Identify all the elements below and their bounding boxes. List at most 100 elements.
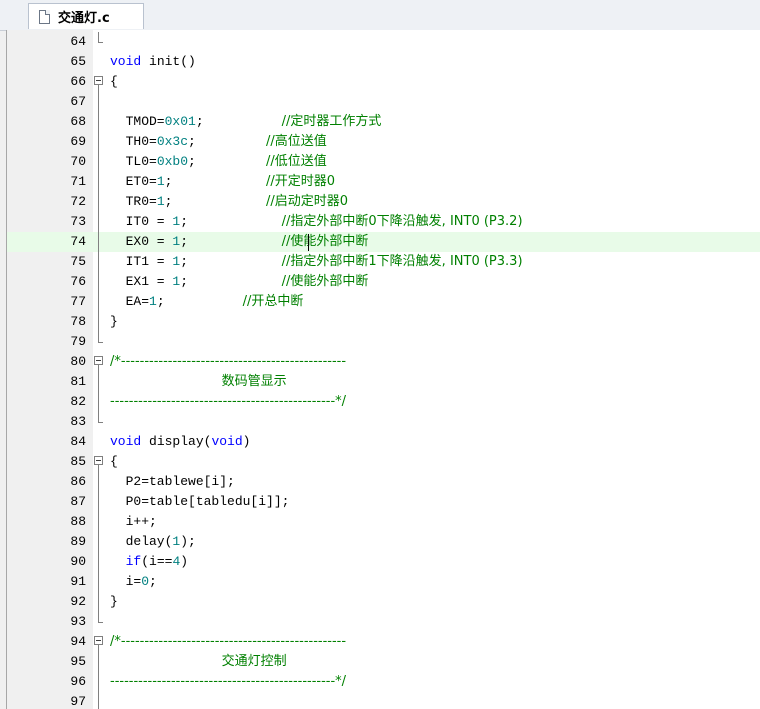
fold-guide bbox=[93, 252, 109, 272]
comment-token: //使能外部中断 bbox=[281, 274, 369, 289]
code-line[interactable]: 89 delay(1); bbox=[7, 532, 760, 552]
code-text: EX1 = 1; //使能外部中断 bbox=[110, 272, 369, 292]
comment-token: ----------------------------------------… bbox=[110, 674, 347, 689]
comment-token: 数码管显示 bbox=[110, 374, 287, 389]
code-token: ; bbox=[164, 174, 267, 189]
code-text: i=0; bbox=[110, 572, 157, 592]
fold-toggle-icon[interactable] bbox=[93, 352, 109, 372]
code-token: TH0= bbox=[110, 134, 157, 149]
code-line[interactable]: 92} bbox=[7, 592, 760, 612]
number-token: 0x01 bbox=[164, 114, 196, 129]
code-token: i= bbox=[110, 574, 142, 589]
code-line[interactable]: 85 { bbox=[7, 452, 760, 472]
line-number: 91 bbox=[70, 574, 86, 589]
code-line[interactable]: 79 bbox=[7, 332, 760, 352]
code-line[interactable]: 71 ET0=1; //开定时器0 bbox=[7, 172, 760, 192]
code-token: ; bbox=[180, 234, 282, 249]
fold-guide bbox=[93, 372, 109, 392]
comment-token: /*--------------------------------------… bbox=[110, 634, 347, 649]
fold-guide bbox=[93, 472, 109, 492]
line-number: 78 bbox=[70, 314, 86, 329]
code-line[interactable]: 80 /*------------------------------------… bbox=[7, 352, 760, 372]
comment-token: /*--------------------------------------… bbox=[110, 354, 347, 369]
code-text: if(i==4) bbox=[110, 552, 188, 572]
comment-token: //低位送值 bbox=[266, 154, 327, 169]
fold-guide bbox=[93, 512, 109, 532]
tab-file[interactable]: 交通灯.c bbox=[28, 3, 144, 29]
keyword-token: void bbox=[110, 54, 142, 69]
code-line[interactable]: 70 TL0=0xb0; //低位送值 bbox=[7, 152, 760, 172]
code-token: P0=table[tabledu[i]]; bbox=[110, 494, 290, 509]
fold-guide bbox=[93, 412, 109, 432]
code-line[interactable]: 90 if(i==4) bbox=[7, 552, 760, 572]
code-line[interactable]: 74 EX0 = 1; //使能外部中断 bbox=[7, 232, 760, 252]
code-token: delay( bbox=[110, 534, 173, 549]
code-line[interactable]: 64 bbox=[7, 32, 760, 52]
line-number: 89 bbox=[70, 534, 86, 549]
fold-toggle-icon[interactable] bbox=[93, 632, 109, 652]
fold-guide bbox=[93, 332, 109, 352]
keyword-token: if bbox=[125, 554, 142, 569]
line-number: 84 bbox=[70, 434, 86, 449]
code-line[interactable]: 72 TR0=1; //启动定时器0 bbox=[7, 192, 760, 212]
code-token: ; bbox=[188, 154, 267, 169]
code-line[interactable]: 73 IT0 = 1; //指定外部中断0下降沿触发, INT0 (P3.2) bbox=[7, 212, 760, 232]
code-token: ; bbox=[149, 574, 157, 589]
code-line[interactable]: 91 i=0; bbox=[7, 572, 760, 592]
code-line[interactable]: 86 P2=tablewe[i]; bbox=[7, 472, 760, 492]
line-number: 82 bbox=[70, 394, 86, 409]
code-text: EA=1; //开总中断 bbox=[110, 292, 304, 312]
line-number: 87 bbox=[70, 494, 86, 509]
code-token: IT1 = bbox=[110, 254, 173, 269]
code-line[interactable]: 67 bbox=[7, 92, 760, 112]
code-line[interactable]: 65 void init() bbox=[7, 52, 760, 72]
code-line[interactable]: 93 bbox=[7, 612, 760, 632]
code-text: void init() bbox=[110, 52, 196, 72]
code-line[interactable]: 68 TMOD=0x01; //定时器工作方式 bbox=[7, 112, 760, 132]
code-line[interactable]: 87 P0=table[tabledu[i]]; bbox=[7, 492, 760, 512]
comment-token: //定时器工作方式 bbox=[281, 114, 382, 129]
code-text: i++; bbox=[110, 512, 157, 532]
code-token: ; bbox=[188, 134, 267, 149]
code-text: IT0 = 1; //指定外部中断0下降沿触发, INT0 (P3.2) bbox=[110, 212, 523, 232]
code-line[interactable]: 81 数码管显示 bbox=[7, 372, 760, 392]
code-line[interactable]: 96 --------------------------------------… bbox=[7, 672, 760, 692]
number-token: 1 bbox=[149, 294, 157, 309]
code-text: void display(void) bbox=[110, 432, 250, 452]
code-line[interactable]: 84 void display(void) bbox=[7, 432, 760, 452]
code-line[interactable]: 83 bbox=[7, 412, 760, 432]
code-line[interactable]: 75 IT1 = 1; //指定外部中断1下降沿触发, INT0 (P3.3) bbox=[7, 252, 760, 272]
code-line[interactable]: 97 bbox=[7, 692, 760, 709]
code-line[interactable]: 76 EX1 = 1; //使能外部中断 bbox=[7, 272, 760, 292]
fold-guide bbox=[93, 312, 109, 332]
line-number: 66 bbox=[70, 74, 86, 89]
code-editor[interactable]: 64 65 void init() 66 {67 68 TMOD=0x01; //定时器工… bbox=[6, 30, 760, 709]
fold-toggle-icon[interactable] bbox=[93, 452, 109, 472]
code-line[interactable]: 88 i++; bbox=[7, 512, 760, 532]
code-line[interactable]: 69 TH0=0x3c; //高位送值 bbox=[7, 132, 760, 152]
number-token: 1 bbox=[156, 194, 165, 209]
comment-token: 交通灯控制 bbox=[110, 654, 287, 669]
fold-guide bbox=[93, 132, 109, 152]
line-number: 92 bbox=[70, 594, 86, 609]
fold-toggle-icon[interactable] bbox=[93, 72, 109, 92]
code-line[interactable]: 82 --------------------------------------… bbox=[7, 392, 760, 412]
code-line[interactable]: 94 /*------------------------------------… bbox=[7, 632, 760, 652]
code-text: 数码管显示 bbox=[110, 372, 287, 392]
code-token: TL0= bbox=[110, 154, 157, 169]
code-line[interactable]: 95 交通灯控制 bbox=[7, 652, 760, 672]
code-token: ; bbox=[180, 254, 282, 269]
code-text: { bbox=[110, 452, 118, 472]
code-text: 交通灯控制 bbox=[110, 652, 287, 672]
line-number: 67 bbox=[70, 94, 86, 109]
code-text: IT1 = 1; //指定外部中断1下降沿触发, INT0 (P3.3) bbox=[110, 252, 523, 272]
line-number: 64 bbox=[70, 34, 86, 49]
code-line[interactable]: 66 { bbox=[7, 72, 760, 92]
comment-token: ----------------------------------------… bbox=[110, 394, 347, 409]
code-line[interactable]: 77 EA=1; //开总中断 bbox=[7, 292, 760, 312]
code-token: } bbox=[110, 594, 118, 609]
code-text: ET0=1; //开定时器0 bbox=[110, 172, 335, 192]
fold-guide bbox=[93, 392, 109, 412]
code-line[interactable]: 78} bbox=[7, 312, 760, 332]
